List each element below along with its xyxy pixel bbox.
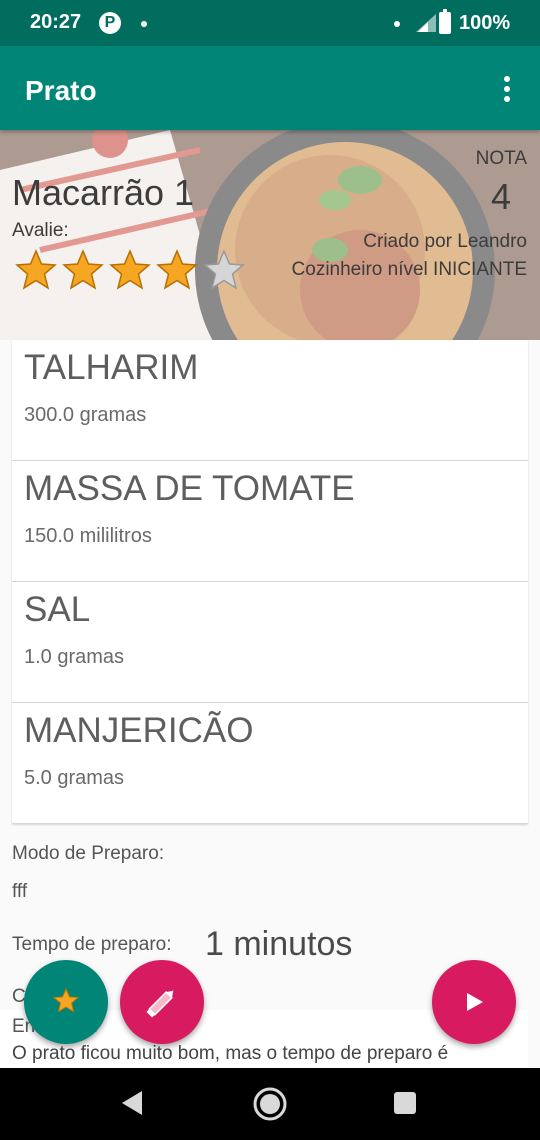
status-bar: 20:27 P 100% — [0, 0, 540, 46]
star-filled-icon[interactable] — [155, 249, 199, 291]
ingredient-qty: 300.0 gramas — [24, 404, 147, 426]
prep-label: Modo de Preparo: — [12, 843, 165, 864]
back-icon[interactable] — [120, 1090, 144, 1116]
rate-button[interactable] — [24, 960, 108, 1044]
play-button[interactable] — [432, 960, 516, 1044]
ingredient-name: MASSA DE TOMATE — [24, 469, 355, 508]
pencil-icon — [146, 990, 174, 1018]
signal-icon — [416, 14, 436, 32]
ingredient-qty: 150.0 mililitros — [24, 525, 152, 547]
created-by: Criado por Leandro — [363, 231, 527, 252]
star-empty-icon[interactable] — [202, 249, 246, 291]
status-time: 20:27 — [30, 11, 82, 33]
prep-time-value: 1 minutos — [205, 925, 353, 963]
rating-bar[interactable] — [14, 249, 246, 291]
notification-dot-icon — [394, 21, 400, 27]
list-item[interactable]: MANJERICÃO 5.0 gramas — [12, 703, 528, 824]
rate-label: Avalie: — [12, 220, 69, 241]
ingredient-qty: 1.0 gramas — [24, 646, 125, 668]
score-value: 4 — [490, 176, 511, 217]
chef-level: Cozinheiro nível INICIANTE — [291, 259, 527, 280]
home-icon[interactable] — [252, 1086, 288, 1122]
star-icon — [52, 987, 80, 1013]
system-nav-bar — [0, 1068, 540, 1140]
comment-text: O prato ficou muito bom, mas o tempo de … — [12, 1043, 449, 1064]
play-icon — [467, 993, 483, 1011]
page-title: Prato — [25, 75, 97, 106]
list-item[interactable]: TALHARIM 300.0 gramas — [12, 340, 528, 461]
list-item[interactable]: SAL 1.0 gramas — [12, 582, 528, 703]
star-filled-icon[interactable] — [61, 249, 105, 291]
list-item[interactable]: MASSA DE TOMATE 150.0 mililitros — [12, 461, 528, 582]
edit-button[interactable] — [120, 960, 204, 1044]
score-label: NOTA — [475, 148, 527, 169]
app-bar: Prato — [0, 46, 540, 130]
ingredient-name: SAL — [24, 590, 91, 629]
dish-name: Macarrão 1 — [12, 172, 195, 213]
prep-text: fff — [12, 881, 28, 902]
notification-dot-icon — [141, 21, 147, 27]
pinterest-icon: P — [99, 12, 121, 34]
ingredient-qty: 5.0 gramas — [24, 767, 125, 789]
battery-icon — [439, 9, 451, 34]
overflow-menu-icon[interactable] — [494, 74, 520, 104]
dish-header: Macarrão 1 Avalie: NOTA 4 Criado por Lea… — [0, 130, 540, 340]
prep-time-label: Tempo de preparo: — [12, 934, 172, 955]
star-filled-icon[interactable] — [108, 249, 152, 291]
ingredient-name: TALHARIM — [24, 348, 199, 387]
ingredient-name: MANJERICÃO — [24, 711, 254, 750]
battery-percent: 100% — [459, 12, 511, 34]
recents-icon[interactable] — [394, 1092, 416, 1114]
ingredient-list: TALHARIM 300.0 gramas MASSA DE TOMATE 15… — [12, 340, 528, 824]
star-filled-icon[interactable] — [14, 249, 58, 291]
